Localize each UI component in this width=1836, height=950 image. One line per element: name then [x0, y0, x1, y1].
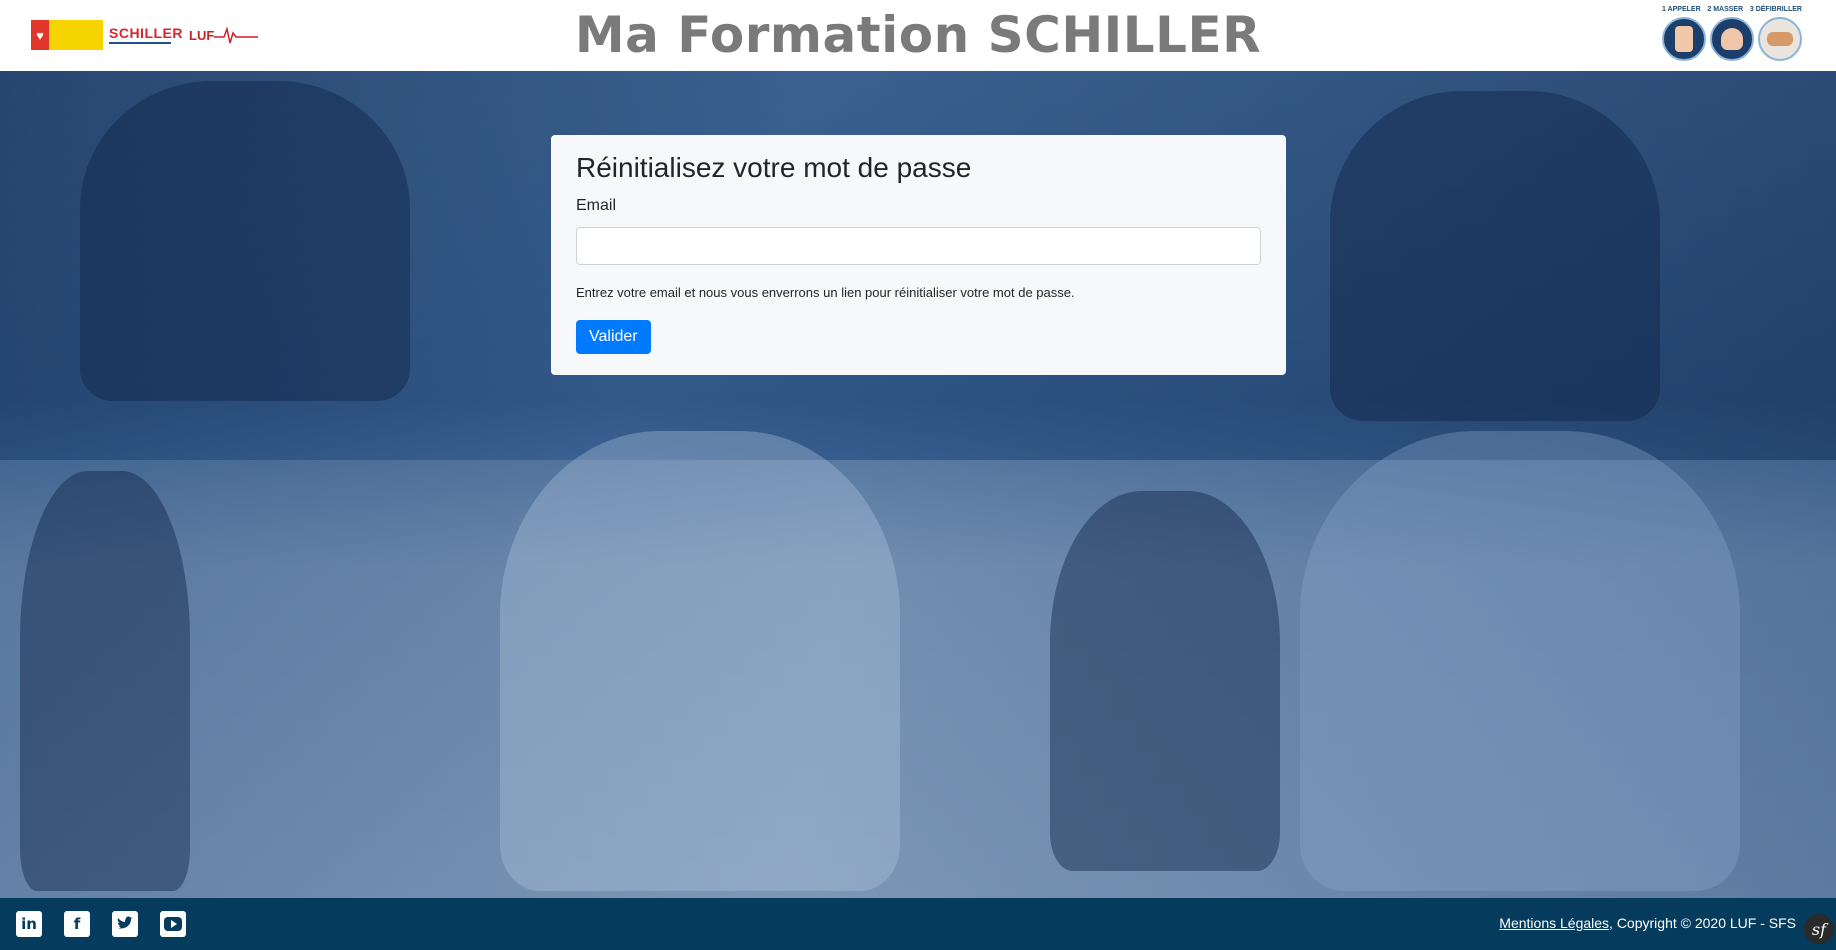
hand-compression-icon	[1710, 17, 1754, 61]
trainee-silhouette	[500, 431, 900, 891]
trainee-silhouette	[1300, 431, 1740, 891]
card-title: Réinitialisez votre mot de passe	[576, 152, 972, 183]
linkedin-icon[interactable]: in	[16, 911, 42, 937]
submit-button[interactable]: Valider	[576, 319, 651, 354]
email-input[interactable]	[576, 226, 1261, 265]
defibrillator-icon	[1758, 17, 1802, 61]
step-label-defibrillate: 3 DÉFIBRILLER	[1749, 6, 1802, 13]
step-circles	[1662, 17, 1802, 61]
step-label-call: 1 APPELER	[1662, 6, 1701, 13]
twitter-icon[interactable]	[112, 911, 138, 937]
help-text: Entrez votre email et nous vous enverron…	[576, 284, 1075, 300]
social-links: in f	[16, 911, 186, 937]
audience-silhouette	[1050, 491, 1280, 871]
audience-silhouette	[20, 471, 190, 891]
step-label-massage: 2 MASSER	[1707, 6, 1744, 13]
legal-notice-link[interactable]: Mentions Légales	[1499, 915, 1609, 931]
step-labels: 1 APPELER 2 MASSER 3 DÉFIBRILLER	[1662, 6, 1802, 13]
reset-password-card: Réinitialisez votre mot de passe Email E…	[551, 135, 1286, 375]
youtube-icon[interactable]	[160, 911, 186, 937]
site-footer: in f Mentions Légales, Copyright © 2020 …	[0, 898, 1836, 950]
email-label: Email	[576, 196, 617, 214]
first-aid-steps-logo: 1 APPELER 2 MASSER 3 DÉFIBRILLER	[1662, 6, 1802, 64]
audience-silhouette	[80, 81, 410, 401]
site-title: Ma Formation SCHILLER	[574, 6, 1262, 64]
audience-silhouette	[1330, 91, 1660, 421]
phone-call-icon	[1662, 17, 1706, 61]
site-header: ♥ SCHILLER LUF Ma Formation SCHILLER 1 A…	[0, 0, 1836, 71]
copyright-text: , Copyright © 2020 LUF - SFS	[1609, 915, 1796, 931]
facebook-icon[interactable]: f	[64, 911, 90, 937]
footer-copyright: Mentions Légales, Copyright © 2020 LUF -…	[1499, 915, 1796, 931]
symfony-toolbar-icon[interactable]: sf	[1804, 914, 1834, 944]
